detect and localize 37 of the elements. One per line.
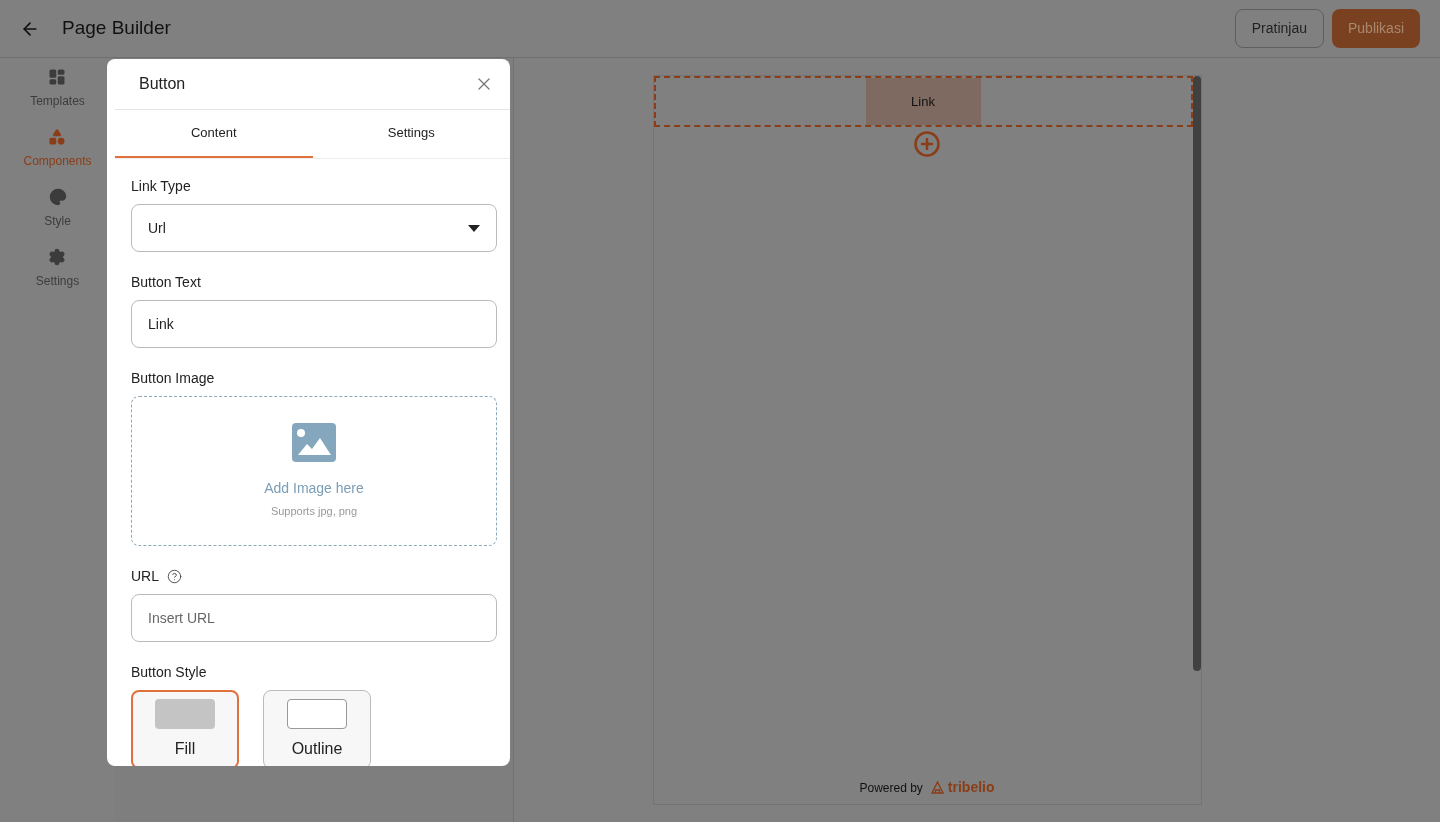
sidebar-item[interactable]: Components [23, 128, 92, 170]
sidebar-item[interactable]: Templates [30, 68, 85, 110]
page-title: Page Builder [62, 16, 171, 41]
logo-icon [930, 781, 944, 794]
image-upload-area[interactable]: Add Image here Supports jpg, png [131, 396, 497, 546]
powered-by-text: Powered by [859, 779, 923, 797]
preview-button[interactable]: Pratinjau [1234, 9, 1324, 48]
style-option[interactable]: Fill [131, 690, 239, 766]
field-label: Link Type [131, 177, 191, 196]
field-label: Button Style [131, 663, 207, 682]
link-type-select[interactable]: Url [131, 204, 497, 252]
field-label: Button Text [131, 273, 201, 292]
link-button[interactable]: Link [865, 78, 981, 125]
brand-name: tribelio [947, 778, 995, 797]
palette-icon [48, 188, 67, 206]
grid-icon [48, 68, 67, 86]
style-option[interactable]: Outline [263, 690, 371, 766]
input-field[interactable]: Link [131, 300, 497, 348]
image-icon [292, 422, 336, 462]
field-label: Button Image [131, 369, 215, 388]
dropdown-caret-icon [468, 224, 480, 232]
input-field[interactable]: Insert URL [131, 594, 497, 642]
modal-title: Button [139, 74, 186, 94]
fill-preview-icon [155, 698, 215, 729]
tab[interactable]: Content [115, 110, 313, 158]
gear-icon [48, 248, 67, 266]
upload-title: Add Image here [264, 478, 364, 498]
field-label: URL [131, 567, 159, 586]
upload-hint: Supports jpg, png [270, 503, 358, 519]
shapes-icon [48, 128, 67, 146]
help-icon[interactable] [167, 569, 182, 584]
tab[interactable]: Settings [312, 110, 510, 158]
publish-button[interactable]: Publikasi [1331, 9, 1420, 48]
sidebar-item[interactable]: Style [44, 188, 71, 230]
selected-block[interactable]: Link [653, 76, 1193, 127]
outline-preview-icon [287, 698, 347, 729]
sidebar-item[interactable]: Settings [35, 248, 80, 290]
